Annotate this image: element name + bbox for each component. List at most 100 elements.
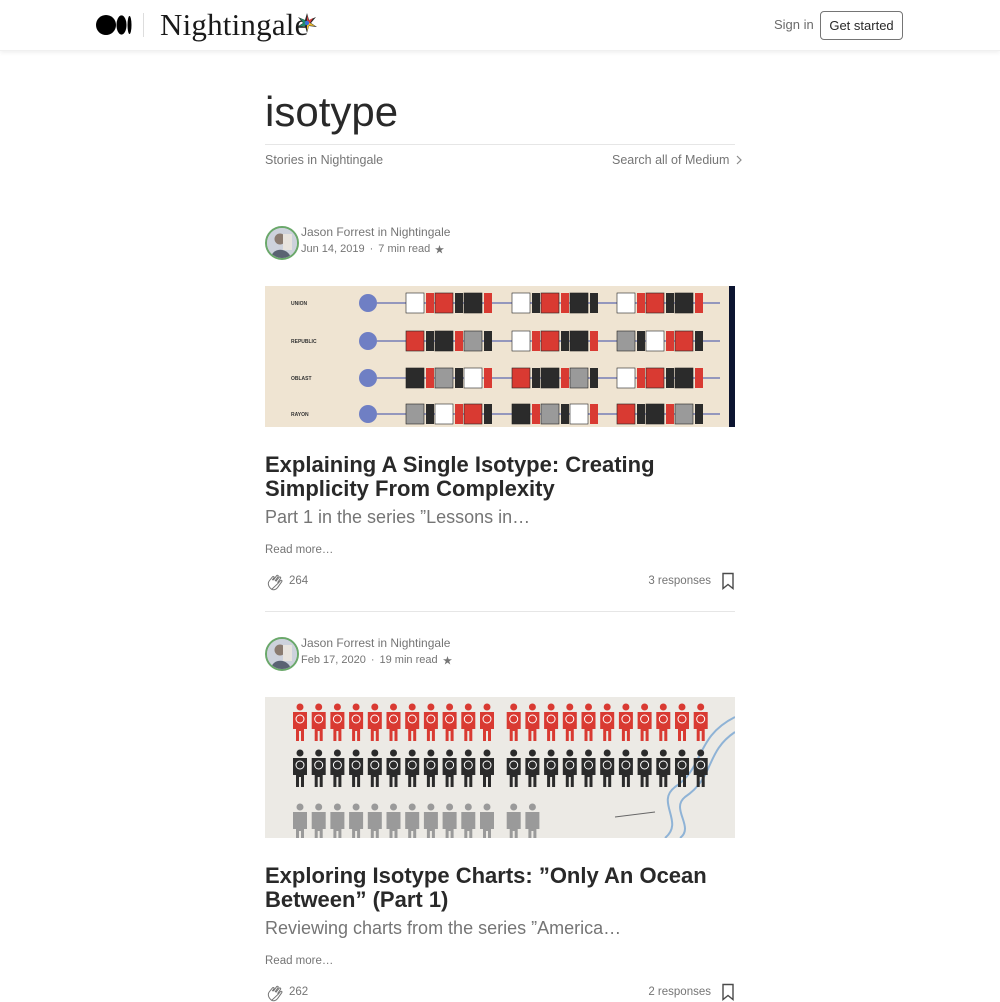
isotype-symbol	[455, 331, 463, 351]
isotype-symbol	[463, 403, 483, 425]
post-meta: Jun 14, 2019 · 7 min read	[301, 243, 445, 255]
logo-divider	[143, 13, 144, 37]
isotype-symbol	[695, 293, 703, 313]
isotype-symbol	[569, 403, 589, 425]
post-author-line[interactable]: Jason Forrest in Nightingale	[301, 636, 450, 650]
isotype-symbol	[590, 331, 598, 351]
author-avatar[interactable]	[265, 226, 299, 260]
isotype-symbol	[637, 368, 645, 388]
telephone-emblem-icon	[359, 332, 377, 350]
isotype-symbol	[455, 368, 463, 388]
isotype-symbol	[616, 403, 636, 425]
isotype-symbol	[637, 404, 645, 424]
isotype-symbol	[463, 367, 483, 389]
isotype-symbol	[540, 367, 560, 389]
search-all-medium-label: Search all of Medium	[612, 153, 730, 167]
post-title[interactable]: Exploring Isotype Charts: ”Only An Ocean…	[265, 864, 735, 912]
post-hero-image[interactable]: UNION REPUBLIC OBLAST RAYON	[265, 286, 735, 427]
isotype-symbol	[674, 367, 694, 389]
get-started-button[interactable]: Get started	[820, 11, 903, 40]
isotype-symbol	[674, 292, 694, 314]
publication-name[interactable]: Nightingale	[160, 7, 309, 43]
post-author-line[interactable]: Jason Forrest in Nightingale	[301, 225, 450, 239]
isotype-symbol	[540, 330, 560, 352]
isotype-symbol	[674, 330, 694, 352]
isotype-symbol	[511, 330, 531, 352]
bookmark-icon[interactable]	[721, 983, 735, 1001]
clap-button[interactable]: 262	[265, 982, 308, 1002]
isotype-symbol	[426, 293, 434, 313]
isotype-symbol	[666, 331, 674, 351]
author-avatar[interactable]	[265, 637, 299, 671]
isotype-symbol	[532, 368, 540, 388]
isotype-symbol	[511, 403, 531, 425]
isotype-symbol	[569, 330, 589, 352]
isotype-symbol	[645, 292, 665, 314]
medium-logo-icon[interactable]	[96, 14, 132, 36]
telephone-emblem-icon	[359, 405, 377, 423]
chevron-right-icon	[736, 155, 743, 165]
search-all-medium-link[interactable]: Search all of Medium	[612, 153, 743, 167]
page-title: isotype	[265, 88, 399, 135]
clap-icon	[267, 985, 283, 1002]
isotype-symbol	[540, 403, 560, 425]
isotype-symbol	[405, 367, 425, 389]
member-star-icon	[442, 655, 452, 665]
isotype-symbol	[463, 292, 483, 314]
post-subtitle[interactable]: Part 1 in the series ”Lessons in…	[265, 507, 735, 528]
isotype-symbol	[426, 331, 434, 351]
isotype-symbol	[484, 331, 492, 351]
isotype-symbol	[645, 330, 665, 352]
read-time: 7 min read	[378, 243, 431, 255]
bookmark-icon[interactable]	[721, 572, 735, 590]
clap-count: 262	[289, 986, 309, 998]
isotype-row-label: OBLAST	[291, 376, 312, 382]
isotype-symbol	[532, 404, 540, 424]
post-card: Jason Forrest in Nightingale Feb 17, 202…	[265, 636, 735, 1002]
isotype-symbol	[637, 331, 645, 351]
nightingale-star-icon	[297, 13, 317, 33]
isotype-symbol	[532, 331, 540, 351]
isotype-symbol	[405, 292, 425, 314]
post-card: Jason Forrest in Nightingale Jun 14, 201…	[265, 225, 735, 616]
isotype-symbol	[616, 367, 636, 389]
responses-link[interactable]: 3 responses	[648, 575, 711, 587]
post-subtitle[interactable]: Reviewing charts from the series ”Americ…	[265, 918, 735, 939]
post-hero-image[interactable]	[265, 697, 735, 838]
isotype-symbol	[484, 293, 492, 313]
isotype-symbol	[455, 404, 463, 424]
isotype-symbol	[434, 367, 454, 389]
isotype-symbol	[463, 330, 483, 352]
clap-icon	[267, 574, 283, 591]
stories-in-publication-label: Stories in Nightingale	[265, 153, 384, 167]
meta-separator: ·	[369, 243, 374, 255]
isotype-symbol	[666, 404, 674, 424]
isotype-symbol	[434, 403, 454, 425]
responses-link[interactable]: 2 responses	[648, 986, 711, 998]
isotype-symbol	[674, 403, 694, 425]
read-time: 19 min read	[379, 654, 438, 666]
isotype-symbol	[645, 367, 665, 389]
isotype-symbol	[561, 293, 569, 313]
isotype-symbol	[434, 292, 454, 314]
isotype-symbol	[569, 367, 589, 389]
isotype-symbol	[569, 292, 589, 314]
isotype-symbol	[455, 293, 463, 313]
post-title[interactable]: Explaining A Single Isotype: Creating Si…	[265, 453, 735, 501]
telephone-emblem-icon	[359, 369, 377, 387]
isotype-symbol	[695, 404, 703, 424]
isotype-symbol	[405, 403, 425, 425]
post-divider	[265, 611, 735, 612]
isotype-symbol	[540, 292, 560, 314]
read-more-link[interactable]: Read more…	[265, 955, 333, 967]
clap-button[interactable]: 264	[265, 571, 308, 591]
isotype-symbol	[666, 293, 674, 313]
sign-in-link[interactable]: Sign in	[774, 17, 814, 32]
read-more-link[interactable]: Read more…	[265, 544, 333, 556]
isotype-symbol	[405, 330, 425, 352]
isotype-symbol	[426, 368, 434, 388]
post-date: Jun 14, 2019	[301, 243, 365, 255]
isotype-row-label: UNION	[291, 301, 308, 307]
isotype-symbol	[695, 368, 703, 388]
isotype-symbol	[532, 293, 540, 313]
